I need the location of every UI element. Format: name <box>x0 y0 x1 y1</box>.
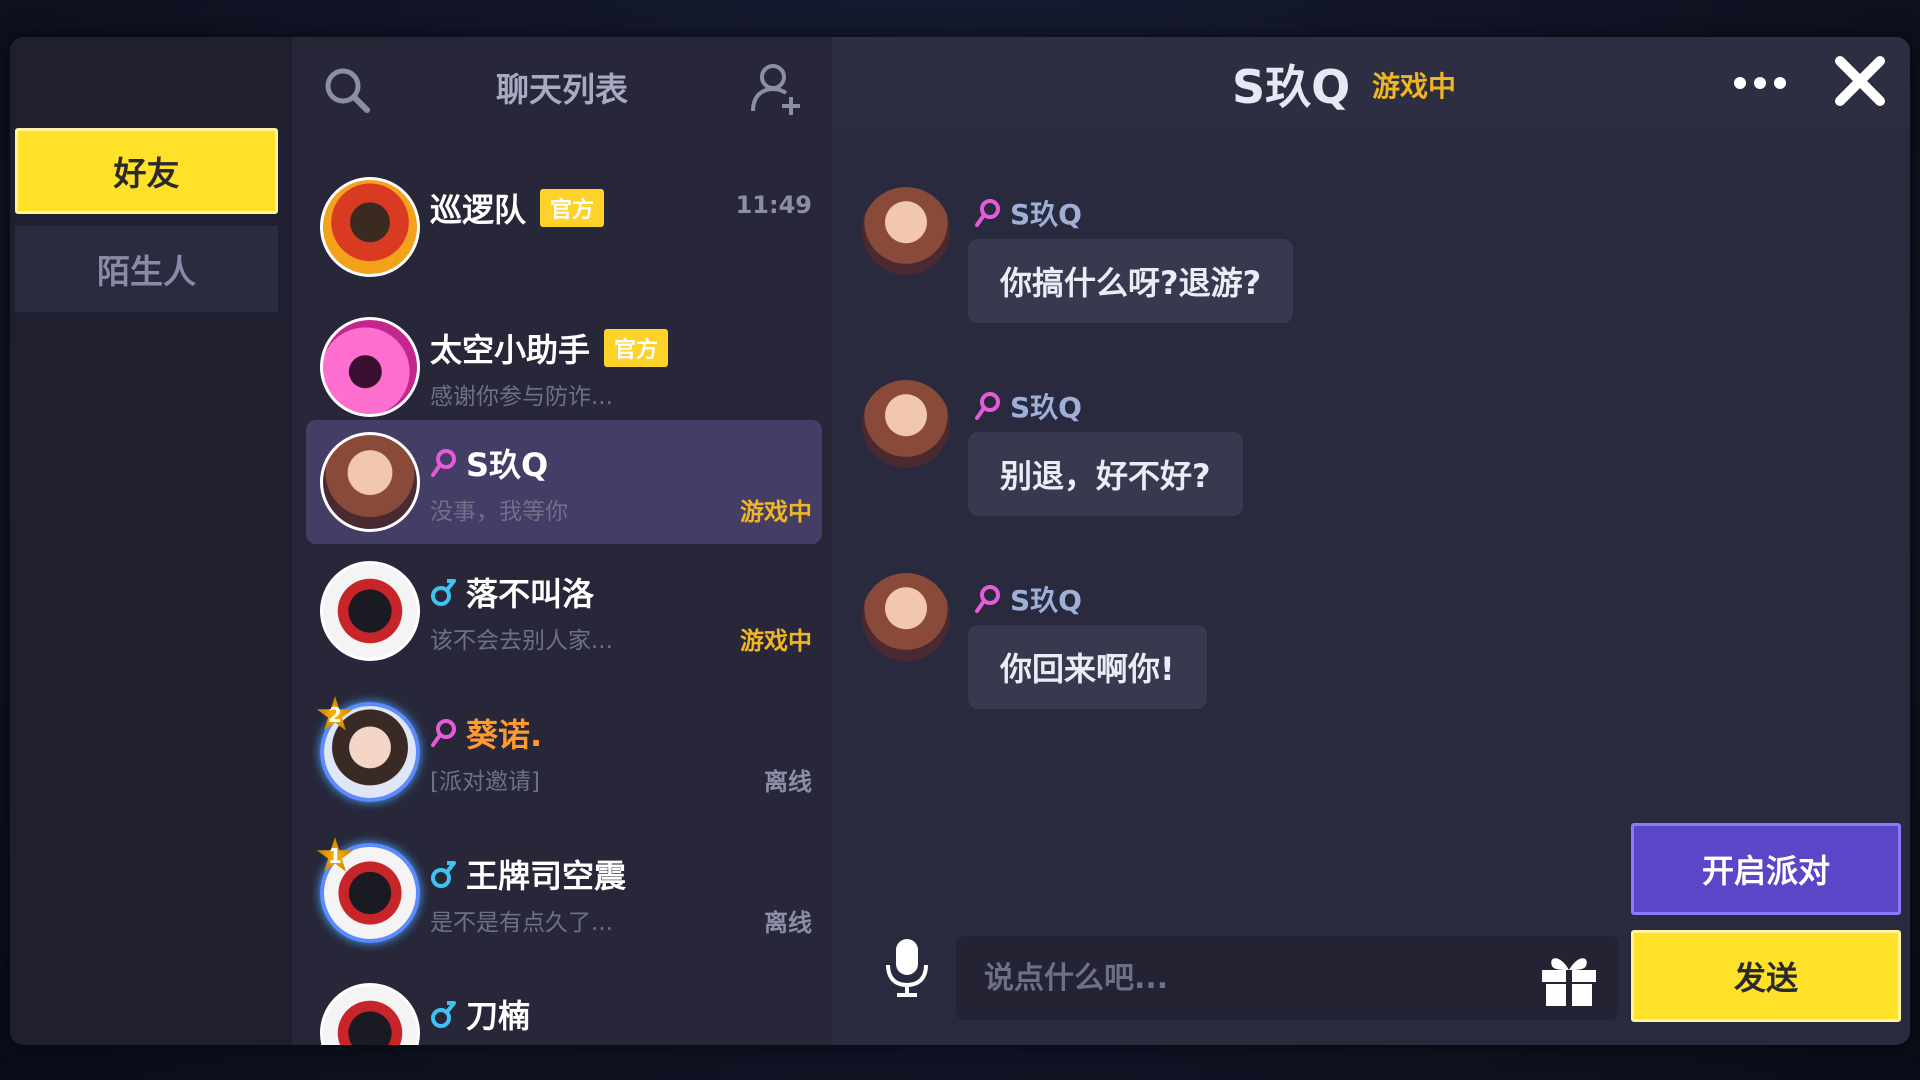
avatar[interactable] <box>862 380 950 468</box>
chat-name: 巡逻队 官方 <box>430 185 605 231</box>
chat-name-text: 落不叫洛 <box>466 575 595 613</box>
female-icon <box>431 449 456 477</box>
chat-preview: 是不是有点久了... <box>430 910 613 936</box>
chat-name-text: 太空小助手 <box>430 331 591 369</box>
conversation-status: 游戏中 <box>1372 70 1457 103</box>
avatar <box>320 983 420 1045</box>
message-sender-name: S玖Q <box>1010 198 1082 231</box>
chat-name: 刀楠 <box>430 991 530 1037</box>
chat-list-item-selected[interactable]: S玖Q 没事，我等你 游戏中 <box>306 420 822 544</box>
message-input[interactable] <box>984 952 1504 1004</box>
female-icon <box>975 392 1000 420</box>
avatar[interactable] <box>862 187 950 275</box>
chat-preview: [派对邀请] <box>430 769 540 795</box>
chat-list-item[interactable]: 巡逻队 官方 11:49 <box>306 165 822 289</box>
message: S玖Q 你搞什么呀?退游? <box>862 187 1562 347</box>
message-input-box <box>956 936 1618 1020</box>
chat-status: 游戏中 <box>740 627 812 655</box>
chat-status: 游戏中 <box>740 498 812 526</box>
chat-name-text: 王牌司空震 <box>466 857 627 895</box>
mic-icon[interactable] <box>882 937 932 997</box>
official-badge: 官方 <box>540 189 605 227</box>
message-bubble[interactable]: 你搞什么呀?退游? <box>968 239 1294 323</box>
tab-strangers[interactable]: 陌生人 <box>15 226 278 312</box>
chat-name-text: S玖Q <box>466 446 549 484</box>
conversation-title: S玖Q <box>1232 60 1351 114</box>
more-icon[interactable] <box>1732 73 1788 93</box>
chat-preview: 感谢你参与防诈... <box>430 384 613 410</box>
message-sender: S玖Q <box>974 386 1082 426</box>
chat-list-item[interactable]: 2 葵诺. [派对邀请] 离线 <box>306 690 822 814</box>
chat-time: 11:49 <box>735 191 812 219</box>
chat-name: 葵诺. <box>430 710 542 756</box>
avatar[interactable] <box>862 573 950 661</box>
chat-name-text: 刀楠 <box>466 997 531 1035</box>
chat-list-item[interactable]: 刀楠 <box>306 971 822 1045</box>
gift-icon[interactable] <box>1536 948 1602 1008</box>
male-icon <box>431 1001 456 1028</box>
message: S玖Q 你回来啊你! <box>862 573 1562 733</box>
chat-list-item[interactable]: 1 王牌司空震 是不是有点久了... 离线 <box>306 831 822 955</box>
chat-list-panel: 聊天列表 巡逻队 官方 11:49 太空小助手 官方 感谢你参与防诈... S玖… <box>292 37 832 1045</box>
female-icon <box>975 199 1000 227</box>
chat-list-item[interactable]: 太空小助手 官方 感谢你参与防诈... <box>306 305 822 429</box>
add-friend-icon[interactable] <box>747 59 807 119</box>
official-badge: 官方 <box>604 329 669 367</box>
send-button[interactable]: 发送 <box>1631 930 1901 1022</box>
start-party-button[interactable]: 开启派对 <box>1631 823 1901 915</box>
chat-list-item[interactable]: 落不叫洛 该不会去别人家... 游戏中 <box>306 549 822 673</box>
female-icon <box>975 585 1000 613</box>
category-column: 好友 陌生人 <box>10 37 292 1045</box>
avatar <box>320 561 420 661</box>
chat-preview: 没事，我等你 <box>430 499 568 525</box>
conversation-header: S玖Q 游戏中 <box>832 37 1910 129</box>
message-sender: S玖Q <box>974 193 1082 233</box>
message-sender-name: S玖Q <box>1010 584 1082 617</box>
male-icon <box>431 579 456 606</box>
female-icon <box>431 719 456 747</box>
male-icon <box>431 861 456 888</box>
close-icon[interactable] <box>1832 53 1888 109</box>
avatar <box>320 432 420 532</box>
message-bubble[interactable]: 你回来啊你! <box>968 625 1207 709</box>
chat-window: 好友 陌生人 聊天列表 巡逻队 官方 11:49 太空小助手 官方 感谢你参与防… <box>10 37 1910 1045</box>
chat-name: S玖Q <box>430 440 548 486</box>
chat-name: 太空小助手 官方 <box>430 325 669 371</box>
chat-list-header: 聊天列表 <box>292 37 832 137</box>
chat-status: 离线 <box>764 909 812 937</box>
chat-name-text: 巡逻队 <box>430 191 527 229</box>
chat-name: 王牌司空震 <box>430 851 626 897</box>
avatar <box>320 177 420 277</box>
message-sender-name: S玖Q <box>1010 391 1082 424</box>
conversation-panel: S玖Q 游戏中 S玖Q 你搞什么呀?退游? S玖Q 别退，好不好? S玖Q 你回… <box>832 37 1910 1045</box>
message: S玖Q 别退，好不好? <box>862 380 1562 540</box>
message-sender: S玖Q <box>974 579 1082 619</box>
avatar <box>320 317 420 417</box>
chat-preview: 该不会去别人家... <box>430 628 613 654</box>
message-bubble[interactable]: 别退，好不好? <box>968 432 1243 516</box>
chat-name-text: 葵诺. <box>466 716 543 754</box>
chat-status: 离线 <box>764 768 812 796</box>
tab-friends[interactable]: 好友 <box>15 128 278 214</box>
chat-name: 落不叫洛 <box>430 569 594 615</box>
